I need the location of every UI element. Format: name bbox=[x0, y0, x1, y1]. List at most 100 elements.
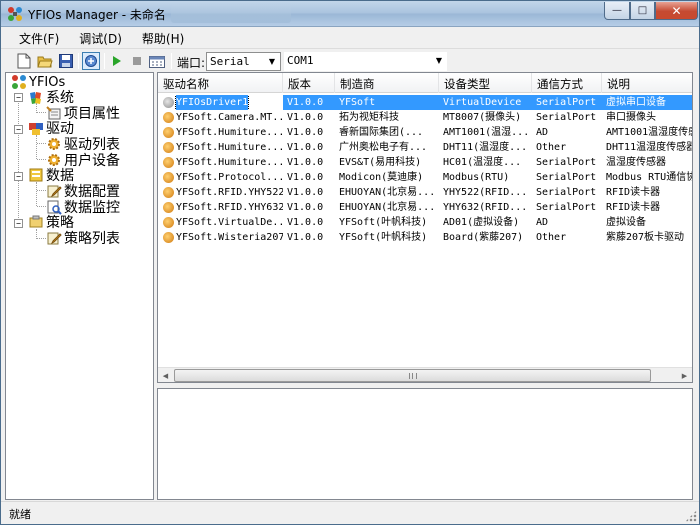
calendar-icon[interactable] bbox=[148, 52, 166, 70]
port-name-value: COM1 bbox=[287, 54, 314, 67]
horizontal-scrollbar[interactable]: ◀ ▶ bbox=[158, 367, 692, 382]
port-label: 端口: bbox=[177, 56, 206, 70]
chevron-down-icon: ▼ bbox=[435, 56, 443, 65]
detail-panel[interactable] bbox=[157, 388, 693, 500]
main-window: YFIOs Manager - 未命名 — □ ✕ 文件(F) 调试(D) 帮助… bbox=[0, 0, 700, 525]
cell-comm-mode: Other bbox=[536, 232, 567, 243]
driver-gear-icon bbox=[163, 232, 174, 243]
minimize-button[interactable]: — bbox=[604, 2, 630, 20]
collapse-toggle[interactable]: − bbox=[14, 219, 23, 228]
new-file-icon[interactable] bbox=[15, 52, 33, 70]
table-row[interactable]: YFSoft.Protocol.... V1.0.0 Modicon(莫迪康) Mod… bbox=[158, 170, 692, 185]
tree-connector bbox=[37, 143, 46, 144]
background-window-ghost bbox=[171, 5, 291, 23]
column-header-manufacturer[interactable]: 制造商 bbox=[335, 73, 439, 93]
tree-connector bbox=[18, 93, 19, 228]
column-header-version[interactable]: 版本 bbox=[283, 73, 335, 93]
driver-gear-icon bbox=[163, 202, 174, 213]
menu-bar: 文件(F) 调试(D) 帮助(H) bbox=[1, 27, 699, 47]
cell-version: V1.0.0 bbox=[287, 232, 324, 243]
cell-device-type: VirtualDevice bbox=[439, 95, 532, 110]
cell-device-type: YHY522(RFID... bbox=[443, 187, 528, 198]
open-folder-icon[interactable] bbox=[36, 52, 54, 70]
table-row[interactable]: YFSoft.RFID.YHY522 V1.0.0 EHUOYAN(北京易... YH… bbox=[158, 185, 692, 200]
cell-manufacturer: YFSoft(叶帆科技) bbox=[339, 232, 428, 243]
table-row[interactable]: YFIOsDriver1 V1.0.0 YFSoft VirtualDevice Ser… bbox=[158, 95, 692, 110]
driver-table[interactable]: 驱动名称 版本 制造商 设备类型 通信方式 说明 YFIOsDriver1 V1.… bbox=[157, 72, 693, 383]
tree-connector bbox=[37, 159, 46, 160]
collapse-toggle[interactable]: − bbox=[14, 172, 23, 181]
table-row[interactable]: YFSoft.RFID.YHY632 V1.0.0 EHUOYAN(北京易... YH… bbox=[158, 200, 692, 215]
cell-driver-name: YFSoft.Humiture.... bbox=[158, 155, 283, 170]
column-header-description[interactable]: 说明 bbox=[602, 73, 692, 93]
toolbar-separator bbox=[78, 53, 79, 69]
table-row[interactable]: YFSoft.Humiture.... V1.0.0 广州奥松电子有... DHT11… bbox=[158, 140, 692, 155]
policy-icon bbox=[29, 215, 43, 228]
cell-device-type: Board(紫藤207) bbox=[443, 232, 524, 243]
port-type-select[interactable]: Serial ▼ bbox=[206, 52, 281, 71]
scroll-right-icon[interactable]: ▶ bbox=[677, 368, 692, 382]
cell-manufacturer: YFSoft bbox=[335, 95, 439, 110]
driver-gear-icon bbox=[163, 157, 174, 168]
cell-text: YFSoft.Humiture.... bbox=[176, 157, 283, 168]
collapse-toggle[interactable]: − bbox=[14, 125, 23, 134]
menu-debug[interactable]: 调试(D) bbox=[69, 27, 132, 47]
cell-description: 串口摄像头 bbox=[606, 112, 656, 123]
tree-item-policy-list[interactable]: 策略列表 bbox=[46, 230, 120, 247]
scrollbar-thumb[interactable] bbox=[174, 369, 651, 382]
tree-connector bbox=[37, 190, 46, 191]
column-header-comm-mode[interactable]: 通信方式 bbox=[532, 73, 602, 93]
cell-manufacturer: 睿新国际集团(... bbox=[339, 127, 424, 138]
cell-driver-name: YFIOsDriver1 bbox=[158, 95, 283, 110]
yfios-app-icon bbox=[12, 75, 26, 89]
cell-version: V1.0.0 bbox=[287, 187, 324, 198]
maximize-button[interactable]: □ bbox=[630, 2, 655, 20]
save-icon[interactable] bbox=[57, 52, 75, 70]
yfios-app-icon bbox=[8, 7, 22, 21]
table-row[interactable]: YFSoft.Wisteria207 V1.0.0 YFSoft(叶帆科技) Boar… bbox=[158, 230, 692, 245]
table-row[interactable]: YFSoft.Camera.MT... V1.0.0 拓为视矩科技 MT8007(摄像… bbox=[158, 110, 692, 125]
cell-driver-name: YFSoft.Protocol.... bbox=[158, 170, 283, 185]
driver-gear-icon bbox=[163, 127, 174, 138]
cell-device-type: Modbus(RTU) bbox=[443, 172, 510, 183]
cell-version: V1.0.0 bbox=[287, 157, 324, 168]
cell-driver-name: YFSoft.VirtualDe... bbox=[158, 215, 283, 230]
port-name-select[interactable]: COM1 ▼ bbox=[284, 52, 447, 71]
cell-comm-mode: SerialPort bbox=[532, 95, 602, 110]
cell-comm-mode: SerialPort bbox=[536, 202, 597, 213]
cell-comm-mode: SerialPort bbox=[536, 172, 597, 183]
column-header-device-type[interactable]: 设备类型 bbox=[439, 73, 532, 93]
tree-item-label: 策略列表 bbox=[64, 231, 120, 247]
cell-device-type: AMT1001(温湿... bbox=[443, 127, 530, 138]
connect-icon[interactable] bbox=[82, 52, 100, 70]
collapse-toggle[interactable]: − bbox=[14, 93, 23, 102]
cell-driver-name: YFSoft.RFID.YHY632 bbox=[158, 200, 283, 215]
table-row[interactable]: YFSoft.Humiture.... V1.0.0 睿新国际集团(... AMT10… bbox=[158, 125, 692, 140]
tree-connector bbox=[36, 182, 37, 206]
scroll-left-icon[interactable]: ◀ bbox=[158, 368, 173, 382]
run-icon[interactable] bbox=[108, 52, 126, 70]
close-button[interactable]: ✕ bbox=[655, 2, 698, 20]
table-row[interactable]: YFSoft.VirtualDe... V1.0.0 YFSoft(叶帆科技) AD0… bbox=[158, 215, 692, 230]
project-tree[interactable]: YFIOs − 系统 项目属性 − 驱动 驱动列表 用户设备 − 数据 数据配置… bbox=[5, 72, 154, 500]
title-bar[interactable]: YFIOs Manager - 未命名 — □ ✕ bbox=[1, 1, 699, 27]
table-row[interactable]: YFSoft.Humiture.... V1.0.0 EVS&T(易用科技) HC01… bbox=[158, 155, 692, 170]
cell-description: 虚拟串口设备 bbox=[602, 95, 692, 110]
menu-file[interactable]: 文件(F) bbox=[9, 27, 69, 47]
cell-description: AMT1001温湿度传感 bbox=[606, 127, 692, 138]
column-header-driver-name[interactable]: 驱动名称 bbox=[158, 73, 283, 93]
resize-grip-icon[interactable] bbox=[685, 510, 697, 522]
menu-help[interactable]: 帮助(H) bbox=[132, 27, 194, 47]
cell-comm-mode: SerialPort bbox=[536, 187, 597, 198]
driver-gear-icon bbox=[163, 172, 174, 183]
cell-comm-mode: AD bbox=[536, 217, 549, 228]
cell-text: YFSoft.Humiture.... bbox=[176, 127, 283, 138]
cell-device-type: DHT11(温湿度... bbox=[443, 142, 528, 153]
cell-manufacturer: EHUOYAN(北京易... bbox=[339, 187, 436, 198]
driver-gear-icon bbox=[163, 217, 174, 228]
cell-device-type: AD01(虚拟设备) bbox=[443, 217, 520, 228]
stop-icon[interactable] bbox=[128, 52, 146, 70]
cell-driver-name: YFSoft.Humiture.... bbox=[158, 140, 283, 155]
toolbar-separator bbox=[104, 53, 105, 69]
driver-gear-icon bbox=[163, 112, 174, 123]
